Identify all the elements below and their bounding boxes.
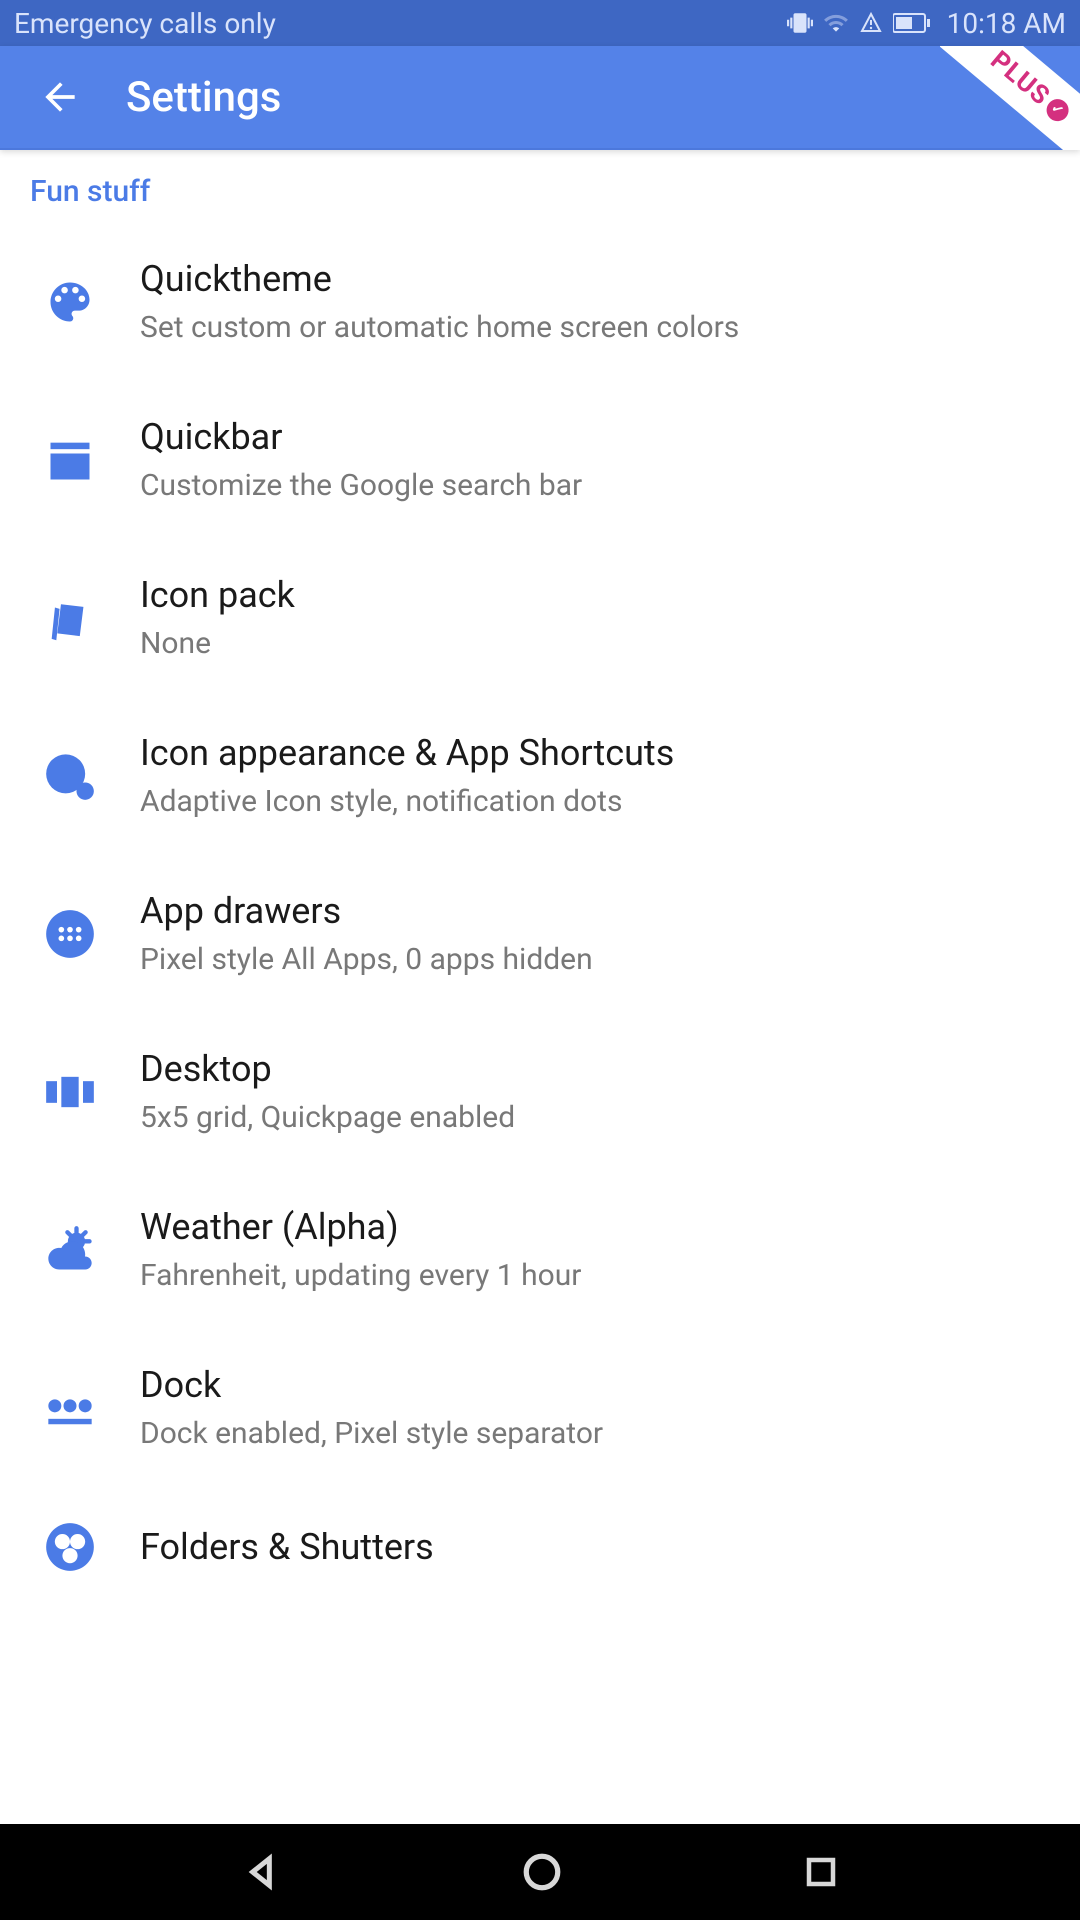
setting-title: Desktop: [140, 1047, 1050, 1092]
weather-icon: [30, 1224, 110, 1276]
desktop-icon: [30, 1066, 110, 1118]
setting-title: Quickbar: [140, 415, 1050, 460]
setting-desktop[interactable]: Desktop 5x5 grid, Quickpage enabled: [0, 1013, 1080, 1171]
vibrate-icon: [787, 10, 813, 36]
setting-quickbar[interactable]: Quickbar Customize the Google search bar: [0, 381, 1080, 539]
setting-dock[interactable]: Dock Dock enabled, Pixel style separator: [0, 1329, 1080, 1487]
setting-title: Icon appearance & App Shortcuts: [140, 731, 1050, 776]
dock-icon: [30, 1382, 110, 1434]
setting-subtitle: Set custom or automatic home screen colo…: [140, 308, 1050, 347]
plus-ribbon[interactable]: PLUS ✓: [940, 46, 1080, 150]
setting-subtitle: Fahrenheit, updating every 1 hour: [140, 1256, 1050, 1295]
setting-title: Icon pack: [140, 573, 1050, 618]
quickbar-icon: [30, 434, 110, 486]
setting-title: App drawers: [140, 889, 1050, 934]
appearance-icon: [30, 750, 110, 802]
page-title: Settings: [126, 73, 281, 122]
nav-back-button[interactable]: [241, 1852, 281, 1892]
setting-title: Quicktheme: [140, 257, 1050, 302]
setting-iconappearance[interactable]: Icon appearance & App Shortcuts Adaptive…: [0, 697, 1080, 855]
status-bar: Emergency calls only 10:18 AM: [0, 0, 1080, 46]
setting-iconpack[interactable]: Icon pack None: [0, 539, 1080, 697]
appdrawer-icon: [30, 908, 110, 960]
setting-folders[interactable]: Folders & Shutters: [0, 1487, 1080, 1573]
battery-icon: [893, 13, 931, 33]
setting-subtitle: Dock enabled, Pixel style separator: [140, 1414, 1050, 1453]
settings-list[interactable]: Fun stuff Quicktheme Set custom or autom…: [0, 150, 1080, 1824]
setting-title: Dock: [140, 1363, 1050, 1408]
nav-home-button[interactable]: [521, 1851, 563, 1893]
status-right: 10:18 AM: [787, 7, 1066, 40]
nav-recents-button[interactable]: [803, 1854, 839, 1890]
alert-icon: [859, 11, 883, 35]
setting-title: Folders & Shutters: [140, 1525, 1050, 1570]
section-header: Fun stuff: [0, 150, 1080, 223]
app-bar: Settings PLUS ✓: [0, 46, 1080, 150]
setting-subtitle: Customize the Google search bar: [140, 466, 1050, 505]
palette-icon: [30, 276, 110, 328]
back-button[interactable]: [30, 67, 90, 127]
setting-subtitle: 5x5 grid, Quickpage enabled: [140, 1098, 1050, 1137]
setting-appdrawers[interactable]: App drawers Pixel style All Apps, 0 apps…: [0, 855, 1080, 1013]
setting-title: Weather (Alpha): [140, 1205, 1050, 1250]
wifi-icon: [823, 10, 849, 36]
setting-subtitle: None: [140, 624, 1050, 663]
setting-weather[interactable]: Weather (Alpha) Fahrenheit, updating eve…: [0, 1171, 1080, 1329]
setting-subtitle: Adaptive Icon style, notification dots: [140, 782, 1050, 821]
setting-subtitle: Pixel style All Apps, 0 apps hidden: [140, 940, 1050, 979]
navigation-bar: [0, 1824, 1080, 1920]
folders-icon: [30, 1521, 110, 1573]
carrier-text: Emergency calls only: [14, 7, 276, 40]
clock-text: 10:18 AM: [947, 7, 1066, 40]
setting-quicktheme[interactable]: Quicktheme Set custom or automatic home …: [0, 223, 1080, 381]
iconpack-icon: [30, 592, 110, 644]
plus-ribbon-label: PLUS: [985, 46, 1056, 112]
